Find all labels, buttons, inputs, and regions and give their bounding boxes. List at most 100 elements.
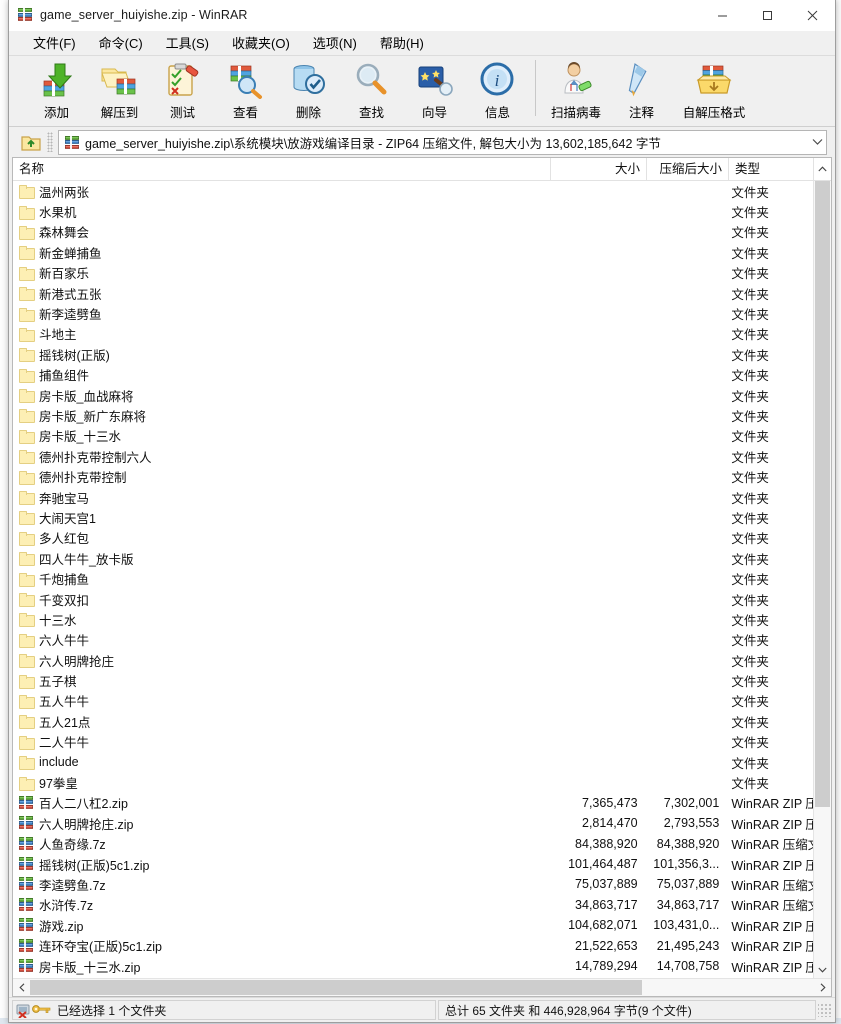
scroll-up-arrow-icon[interactable] <box>813 158 831 180</box>
cell-name: 五子棋 <box>13 671 549 690</box>
toolbar-button-wizard[interactable]: 向导 <box>403 56 466 126</box>
table-row[interactable]: 五人牛牛 文件夹 <box>13 691 814 711</box>
toolbar-button-comment[interactable]: 注释 <box>610 56 673 126</box>
scroll-down-arrow-icon[interactable] <box>814 961 831 978</box>
winrar-archive-icon <box>18 938 34 954</box>
table-row[interactable]: 新金蝉捕鱼 文件夹 <box>13 242 814 262</box>
file-name-label: 97拳皇 <box>39 777 78 792</box>
table-row[interactable]: 德州扑克带控制六人 文件夹 <box>13 446 814 466</box>
maximize-button[interactable] <box>745 1 790 30</box>
table-row[interactable]: include 文件夹 <box>13 752 814 772</box>
table-row[interactable]: 游戏.zip 104,682,071 103,431,0... WinRAR ZIP … <box>13 915 814 935</box>
status-icons <box>16 1002 52 1019</box>
table-row[interactable]: 五人21点 文件夹 <box>13 711 814 731</box>
cell-packed-size: 101,356,3... <box>653 857 720 872</box>
toolbar-grip[interactable] <box>47 132 53 152</box>
table-row[interactable]: 二人牛牛 文件夹 <box>13 732 814 752</box>
table-row[interactable]: 六人明牌抢庄.zip 2,814,470 2,793,553 WinRAR ZIP 压… <box>13 813 814 833</box>
column-header-name[interactable]: 名称 <box>13 158 551 180</box>
table-row[interactable]: 奔驰宝马 文件夹 <box>13 487 814 507</box>
table-row[interactable]: 千炮捕鱼 文件夹 <box>13 568 814 588</box>
table-row[interactable]: 六人牛牛 文件夹 <box>13 630 814 650</box>
cell-name: 百人二八杠2.zip <box>13 793 549 812</box>
cell-name: 千变双扣 <box>13 590 549 609</box>
table-row[interactable]: 新李逵劈鱼 文件夹 <box>13 303 814 323</box>
table-row[interactable]: 摇钱树(正版)5c1.zip 101,464,487 101,356,3... Win… <box>13 854 814 874</box>
table-row[interactable]: 水果机 文件夹 <box>13 201 814 221</box>
toolbar-button-sfx[interactable]: 自解压格式 <box>673 56 755 126</box>
toolbar-button-extract-to[interactable]: 解压到 <box>88 56 151 126</box>
table-row[interactable]: 新百家乐 文件夹 <box>13 263 814 283</box>
table-row[interactable]: 十三水 文件夹 <box>13 609 814 629</box>
title-bar[interactable]: game_server_huiyishe.zip - WinRAR <box>9 0 835 31</box>
table-row[interactable]: 房卡版_十三水.zip 14,789,294 14,708,758 WinRAR ZI… <box>13 956 814 976</box>
table-row[interactable]: 四人牛牛_放卡版 文件夹 <box>13 548 814 568</box>
chevron-down-icon[interactable] <box>808 132 826 153</box>
folder-icon <box>18 407 35 424</box>
menu-item-commands[interactable]: 命令(C) <box>90 31 152 55</box>
toolbar-button-virus-scan[interactable]: 扫描病毒 <box>542 56 610 126</box>
close-button[interactable] <box>790 1 835 30</box>
file-list-body[interactable]: 温州两张 文件夹 水果机 文件夹 森林舞会 文件夹 新金蝉捕鱼 文件夹 新百家乐 文件夹 新港式五张… <box>13 181 831 978</box>
cell-type: 文件夹 <box>731 715 769 730</box>
table-row[interactable]: 捕鱼组件 文件夹 <box>13 365 814 385</box>
scroll-left-arrow-icon[interactable] <box>13 979 30 996</box>
cell-type: WinRAR 压缩文件.. <box>731 878 814 893</box>
scroll-right-arrow-icon[interactable] <box>814 979 831 996</box>
resize-grip[interactable] <box>818 1003 832 1017</box>
table-row[interactable]: 多人红包 文件夹 <box>13 528 814 548</box>
menu-item-options[interactable]: 选项(N) <box>304 31 366 55</box>
column-header-packed[interactable]: 压缩后大小 <box>647 158 729 180</box>
address-combobox[interactable]: game_server_huiyishe.zip\系统模块\放游戏编译目录 - … <box>58 129 827 155</box>
table-row[interactable]: 房卡版_新广东麻将 文件夹 <box>13 405 814 425</box>
table-row[interactable]: 五子棋 文件夹 <box>13 670 814 690</box>
toolbar-button-view[interactable]: 查看 <box>214 56 277 126</box>
menu-item-help[interactable]: 帮助(H) <box>371 31 433 55</box>
table-row[interactable]: 水浒传.7z 34,863,717 34,863,717 WinRAR 压缩文件.. <box>13 895 814 915</box>
up-folder-icon[interactable] <box>19 130 43 154</box>
table-row[interactable]: 六人明牌抢庄 文件夹 <box>13 650 814 670</box>
table-row[interactable]: 温州两张 文件夹 <box>13 181 814 201</box>
table-row[interactable]: 摇钱树(正版) 文件夹 <box>13 344 814 364</box>
menu-item-favorites[interactable]: 收藏夹(O) <box>223 31 299 55</box>
toolbar-button-find[interactable]: 查找 <box>340 56 403 126</box>
horizontal-scroll-track[interactable] <box>30 979 814 996</box>
toolbar-button-add[interactable]: 添加 <box>25 56 88 126</box>
table-row[interactable]: 斗地主 文件夹 <box>13 324 814 344</box>
table-row[interactable]: 97拳皇 文件夹 <box>13 772 814 792</box>
folder-icon <box>18 713 35 730</box>
vertical-scrollbar[interactable] <box>813 181 831 978</box>
vertical-scroll-track[interactable] <box>814 181 831 961</box>
file-name-label: 捕鱼组件 <box>39 369 90 384</box>
folder-icon <box>18 306 35 322</box>
folder-icon <box>18 224 35 240</box>
file-name-label: 人鱼奇缘.7z <box>39 838 106 853</box>
table-row[interactable]: 千变双扣 文件夹 <box>13 589 814 609</box>
table-row[interactable]: 人鱼奇缘.7z 84,388,920 84,388,920 WinRAR 压缩文件.. <box>13 834 814 854</box>
cell-type: 文件夹 <box>731 226 769 241</box>
table-row[interactable]: 李逵劈鱼.7z 75,037,889 75,037,889 WinRAR 压缩文件.. <box>13 874 814 894</box>
table-row[interactable]: 森林舞会 文件夹 <box>13 222 814 242</box>
table-row[interactable]: 新港式五张 文件夹 <box>13 283 814 303</box>
column-header-size[interactable]: 大小 <box>551 158 647 180</box>
table-row[interactable]: 大闹天宫1 文件夹 <box>13 507 814 527</box>
menu-item-tools[interactable]: 工具(S) <box>157 31 218 55</box>
horizontal-scrollbar[interactable] <box>13 978 831 996</box>
minimize-button[interactable] <box>700 1 745 30</box>
cell-type: 文件夹 <box>731 450 769 465</box>
table-row[interactable]: 房卡版_十三水 文件夹 <box>13 426 814 446</box>
toolbar-button-delete[interactable]: 删除 <box>277 56 340 126</box>
table-row[interactable]: 房卡版_血战麻将 文件夹 <box>13 385 814 405</box>
add-archive-icon <box>35 60 79 100</box>
table-row[interactable]: 百人二八杠2.zip 7,365,473 7,302,001 WinRAR ZIP 压… <box>13 793 814 813</box>
horizontal-scroll-thumb[interactable] <box>30 980 642 995</box>
table-row[interactable]: 德州扑克带控制 文件夹 <box>13 466 814 486</box>
table-row[interactable]: 连环夺宝(正版)5c1.zip 21,522,653 21,495,243 WinRA… <box>13 935 814 955</box>
folder-icon <box>18 265 35 281</box>
toolbar-button-test[interactable]: 测试 <box>151 56 214 126</box>
menu-item-file[interactable]: 文件(F) <box>24 31 85 55</box>
column-header-type[interactable]: 类型 <box>729 158 817 180</box>
file-name-label: 多人红包 <box>39 532 90 547</box>
toolbar-button-info[interactable]: i 信息 <box>466 56 529 126</box>
vertical-scroll-thumb[interactable] <box>815 181 830 807</box>
